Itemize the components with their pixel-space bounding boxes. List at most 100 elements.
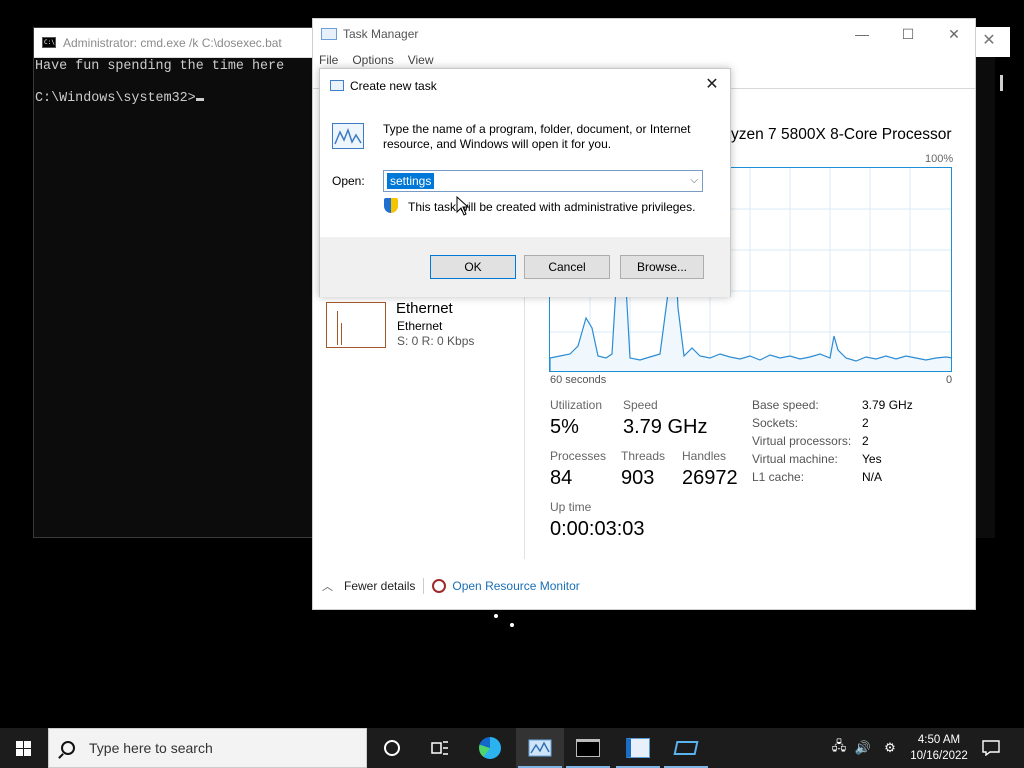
chevron-up-icon[interactable]: ︿	[322, 578, 334, 594]
admin-privileges-note: This task will be created with administr…	[408, 200, 696, 214]
uac-shield-icon	[384, 198, 398, 213]
task-manager-titlebar[interactable]: Task Manager — ☐ ✕	[313, 19, 975, 49]
scrollbar[interactable]	[1000, 75, 1003, 91]
processes-value: 84	[550, 467, 573, 489]
cmd-line-1: Have fun spending the time here	[35, 59, 285, 74]
task-view-icon	[384, 740, 400, 756]
dialog-description: Type the name of a program, folder, docu…	[383, 122, 691, 151]
edge-icon	[479, 737, 501, 759]
open-resource-monitor-link[interactable]: Open Resource Monitor	[452, 579, 579, 593]
utilization-value: 5%	[550, 416, 579, 438]
spec-key: Virtual processors:	[752, 434, 852, 448]
cmd-title-text: Administrator: cmd.exe /k C:\dosexec.bat	[63, 35, 282, 50]
taskbar-search-box[interactable]: Type here to search	[48, 728, 367, 768]
utilization-label: Utilization	[550, 398, 603, 412]
graph-spike	[341, 323, 342, 345]
search-placeholder: Type here to search	[89, 740, 213, 756]
background-window-edge	[975, 27, 995, 538]
cmd-icon	[42, 37, 56, 48]
ethernet-title[interactable]: Ethernet	[396, 300, 453, 317]
open-input-value[interactable]: settings	[387, 173, 435, 189]
processes-label: Processes	[550, 449, 607, 463]
handles-label: Handles	[682, 449, 727, 463]
task-manager-footer: ︿ Fewer details Open Resource Monitor	[312, 575, 612, 597]
loading-dot	[510, 623, 514, 627]
dialog-titlebar[interactable]: Create new task	[320, 69, 730, 102]
minimize-icon[interactable]: —	[839, 19, 885, 49]
task-manager-taskbar-button[interactable]	[516, 728, 564, 768]
run-icon	[330, 80, 344, 91]
mouse-pointer-icon	[456, 196, 470, 216]
run-dialog-icon	[673, 741, 699, 755]
taskbar: Type here to search 🖧 🔊 ⚙ 4:50 AM 10/16/…	[0, 728, 1024, 768]
menu-options[interactable]: Options	[352, 53, 393, 67]
maximize-icon[interactable]: ☐	[885, 19, 931, 49]
spec-key: Sockets:	[752, 416, 799, 430]
open-combobox[interactable]: settings ⌵	[383, 170, 703, 192]
divider	[423, 578, 425, 594]
ethernet-speed: S: 0 R: 0 Kbps	[397, 334, 475, 348]
app-taskbar-button[interactable]	[614, 728, 662, 768]
spec-value: Yes	[862, 452, 882, 466]
text-cursor	[195, 98, 204, 101]
spec-key: Base speed:	[752, 398, 819, 412]
cmd-prompt-line: C:\Windows\system32>	[35, 91, 331, 107]
graph-spike	[337, 311, 338, 345]
handles-value: 26972	[682, 467, 738, 489]
uptime-label: Up time	[550, 500, 592, 514]
task-manager-icon	[321, 28, 337, 40]
close-icon[interactable]: ✕	[978, 29, 1000, 53]
resource-monitor-icon	[432, 579, 447, 593]
app-icon	[626, 738, 650, 758]
ok-button[interactable]: OK	[430, 255, 516, 279]
fewer-details-link[interactable]: Fewer details	[344, 579, 415, 593]
task-manager-graph-icon	[332, 123, 364, 149]
task-manager-title: Task Manager	[343, 27, 419, 41]
graph-time-label: 60 seconds	[550, 374, 607, 386]
cmd-window[interactable]: Administrator: cmd.exe /k C:\dosexec.bat…	[33, 27, 333, 538]
cmd-icon	[576, 739, 600, 757]
task-view-button[interactable]	[368, 728, 416, 768]
settings-gear-icon[interactable]: ⚙	[878, 728, 902, 768]
menu-view[interactable]: View	[408, 53, 434, 67]
close-icon[interactable]: ✕	[698, 71, 726, 99]
clock-date: 10/16/2022	[910, 750, 968, 762]
open-label: Open:	[332, 174, 365, 188]
spec-key: Virtual machine:	[752, 452, 838, 466]
menu-file[interactable]: File	[319, 53, 338, 67]
threads-label: Threads	[621, 449, 666, 463]
volume-icon[interactable]: 🔊	[852, 728, 874, 768]
widgets-icon	[431, 741, 448, 755]
task-manager-icon	[528, 739, 552, 757]
windows-logo-icon	[16, 741, 23, 748]
cmd-line-2	[35, 75, 331, 91]
speed-label: Speed	[623, 398, 658, 412]
cmd-prompt: C:\Windows\system32>	[35, 91, 196, 106]
cancel-button[interactable]: Cancel	[524, 255, 610, 279]
spec-key: L1 cache:	[752, 470, 805, 484]
notifications-icon[interactable]	[978, 728, 1004, 768]
browse-button[interactable]: Browse...	[620, 255, 704, 279]
cpu-name: yzen 7 5800X 8-Core Processor	[731, 126, 952, 143]
edge-button[interactable]	[466, 728, 514, 768]
windows-logo-icon	[24, 741, 31, 748]
clock[interactable]: 4:50 AM 10/16/2022	[908, 732, 970, 764]
create-new-task-dialog[interactable]: Create new task ✕ Type the name of a pro…	[319, 68, 731, 297]
windows-logo-icon	[24, 749, 31, 756]
graph-zero-label: 0	[946, 374, 953, 386]
chevron-down-icon[interactable]: ⌵	[690, 175, 698, 186]
close-icon[interactable]: ✕	[931, 19, 977, 49]
network-icon[interactable]: 🖧	[826, 728, 852, 768]
cmd-console[interactable]: Have fun spending the time here C:\Windo…	[34, 58, 332, 108]
spec-value: 3.79 GHz	[862, 398, 913, 412]
clock-time: 4:50 AM	[917, 734, 961, 746]
ethernet-graph-thumbnail[interactable]	[326, 302, 386, 348]
chat-bubble-glyph	[982, 740, 1000, 756]
start-button[interactable]	[0, 728, 48, 768]
cmd-taskbar-button[interactable]	[564, 728, 612, 768]
widgets-button[interactable]	[416, 728, 464, 768]
spec-value: 2	[862, 416, 869, 430]
cmd-titlebar[interactable]: Administrator: cmd.exe /k C:\dosexec.bat	[34, 28, 332, 58]
loading-dot	[494, 614, 498, 618]
run-taskbar-button[interactable]	[662, 728, 710, 768]
